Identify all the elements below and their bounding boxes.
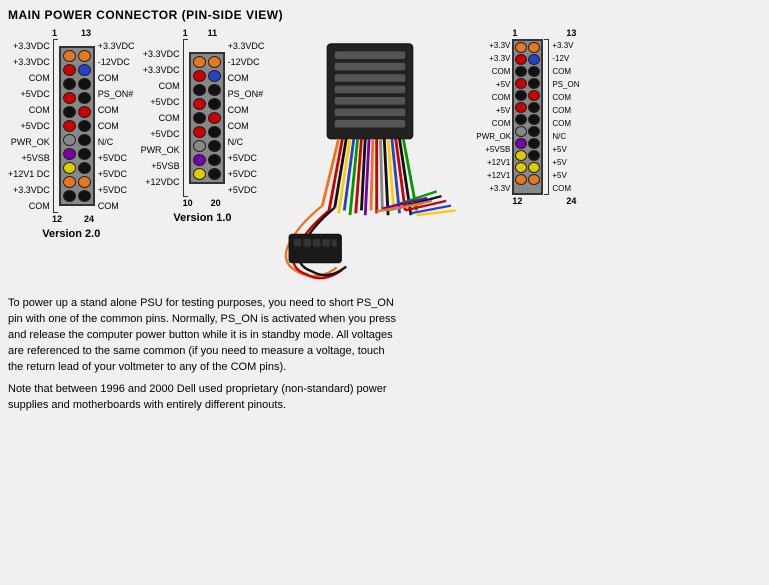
main-description: To power up a stand alone PSU for testin… [8,296,398,376]
v10-left-labels: +3.3VDC +3.3VDC COM +5VDC COM +5VDC PWR_… [141,47,183,189]
cable-svg [270,28,470,288]
cable-photo [270,28,470,288]
v10-bracket-left [183,39,188,197]
v10-label: Version 1.0 [141,212,265,224]
description-area: To power up a stand alone PSU for testin… [8,292,398,414]
v10-top-nums: 1 11 [141,28,265,38]
bottom-section: To power up a stand alone PSU for testin… [8,292,761,414]
v20-bottom-nums: 12 24 [8,214,135,224]
main-container: MAIN POWER CONNECTOR (PIN-SIDE VIEW) 1 1… [0,0,769,585]
v20-body: +3.3VDC +3.3VDC COM +5VDC COM +5VDC PWR_… [8,39,135,213]
right-diagram: 113+3.3V+3.3VCOM+5VCOM+5VCOMPWR_OK+5VSB+… [476,28,588,288]
diagram-v10: 1 11 +3.3VDC +3.3VDC COM +5VDC COM +5VDC… [141,28,265,288]
v20-left-labels: +3.3VDC +3.3VDC COM +5VDC COM +5VDC PWR_… [8,39,53,213]
v20-pins [59,46,95,206]
top-section: 1 13 +3.3VDC +3.3VDC COM +5VDC COM +5VDC… [8,28,761,288]
right-diagram-proper: 113+3.3V+3.3VCOM+5VCOM+5VCOMPWR_OK+5VSB+… [476,28,588,206]
v10-bottom-nums: 10 20 [141,198,265,208]
v10-right-labels: +3.3VDC -12VDC COM PS_ON# COM COM N/C +5… [225,39,265,197]
v20-label: Version 2.0 [8,228,135,240]
v20-bracket-left [53,39,58,213]
v10-pins [189,52,225,184]
v20-top-nums: 1 13 [8,28,135,38]
dell-note: Note that between 1996 and 2000 Dell use… [8,382,398,414]
page-title: MAIN POWER CONNECTOR (PIN-SIDE VIEW) [8,8,761,22]
diagram-v20: 1 13 +3.3VDC +3.3VDC COM +5VDC COM +5VDC… [8,28,135,288]
v10-body: +3.3VDC +3.3VDC COM +5VDC COM +5VDC PWR_… [141,39,265,197]
v20-right-labels: +3.3VDC -12VDC COM PS_ON# COM COM N/C +5… [95,39,135,213]
